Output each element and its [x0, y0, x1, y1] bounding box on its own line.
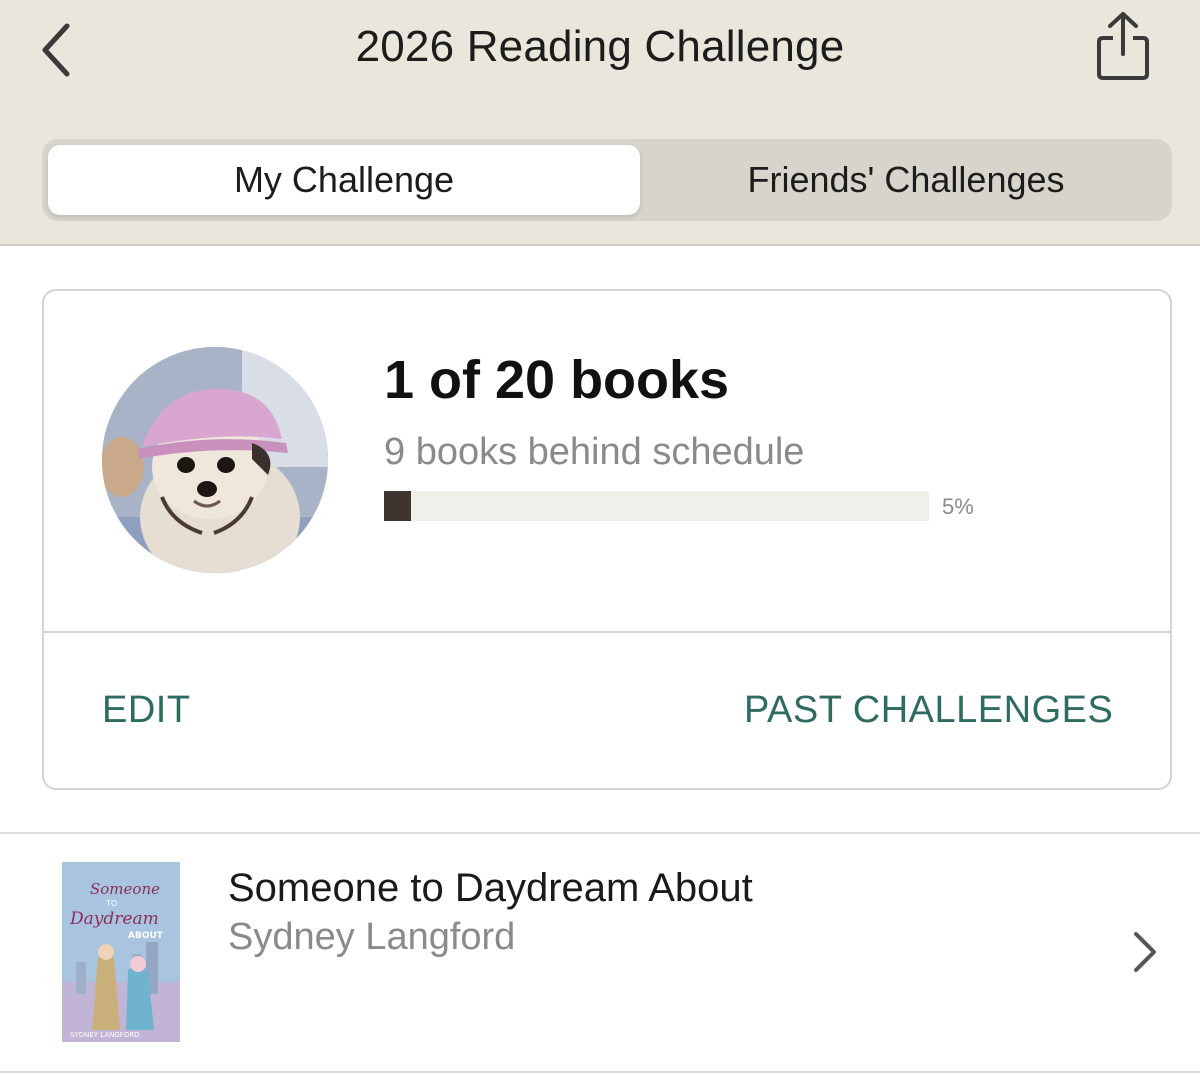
cover-title-line3: Daydream	[69, 909, 159, 929]
progress-bar	[384, 491, 929, 521]
share-button[interactable]	[1090, 8, 1156, 84]
cover-title-line1: Someone	[90, 880, 160, 898]
list-item[interactable]: Someone TO Daydream ABOUT SYDNEY LANGFOR…	[0, 834, 1200, 1070]
schedule-status: 9 books behind schedule	[384, 431, 805, 473]
past-challenges-button[interactable]: PAST CHALLENGES	[744, 689, 1113, 732]
cover-title-line4: ABOUT	[128, 931, 164, 941]
edit-button[interactable]: EDIT	[102, 689, 191, 732]
cover-title-line2: TO	[105, 899, 117, 908]
books-count: 1 of 20 books	[384, 350, 730, 410]
book-title: Someone to Daydream About	[228, 866, 753, 910]
top-bar: 2026 Reading Challenge My Challenge Frie…	[0, 0, 1200, 246]
progress-percent: 5%	[942, 494, 974, 519]
page-title: 2026 Reading Challenge	[355, 22, 845, 71]
cover-author: SYDNEY LANGFORD	[70, 1031, 140, 1039]
avatar	[102, 347, 328, 573]
book-cover-art: Someone TO Daydream ABOUT SYDNEY LANGFOR…	[62, 862, 180, 1042]
challenge-tabs: My Challenge Friends' Challenges	[42, 139, 1172, 221]
book-cover: Someone TO Daydream ABOUT SYDNEY LANGFOR…	[62, 862, 180, 1042]
challenge-card: 1 of 20 books 9 books behind schedule 5%…	[42, 289, 1172, 790]
tab-friends-challenges[interactable]: Friends' Challenges	[646, 145, 1166, 215]
tab-my-challenge[interactable]: My Challenge	[48, 145, 640, 215]
share-icon	[1097, 12, 1149, 80]
divider	[44, 631, 1170, 633]
book-author: Sydney Langford	[228, 916, 516, 958]
divider	[0, 1071, 1200, 1073]
chevron-right-icon	[1134, 932, 1156, 972]
progress-bar-fill	[384, 491, 412, 521]
dog-avatar-image	[102, 347, 328, 573]
